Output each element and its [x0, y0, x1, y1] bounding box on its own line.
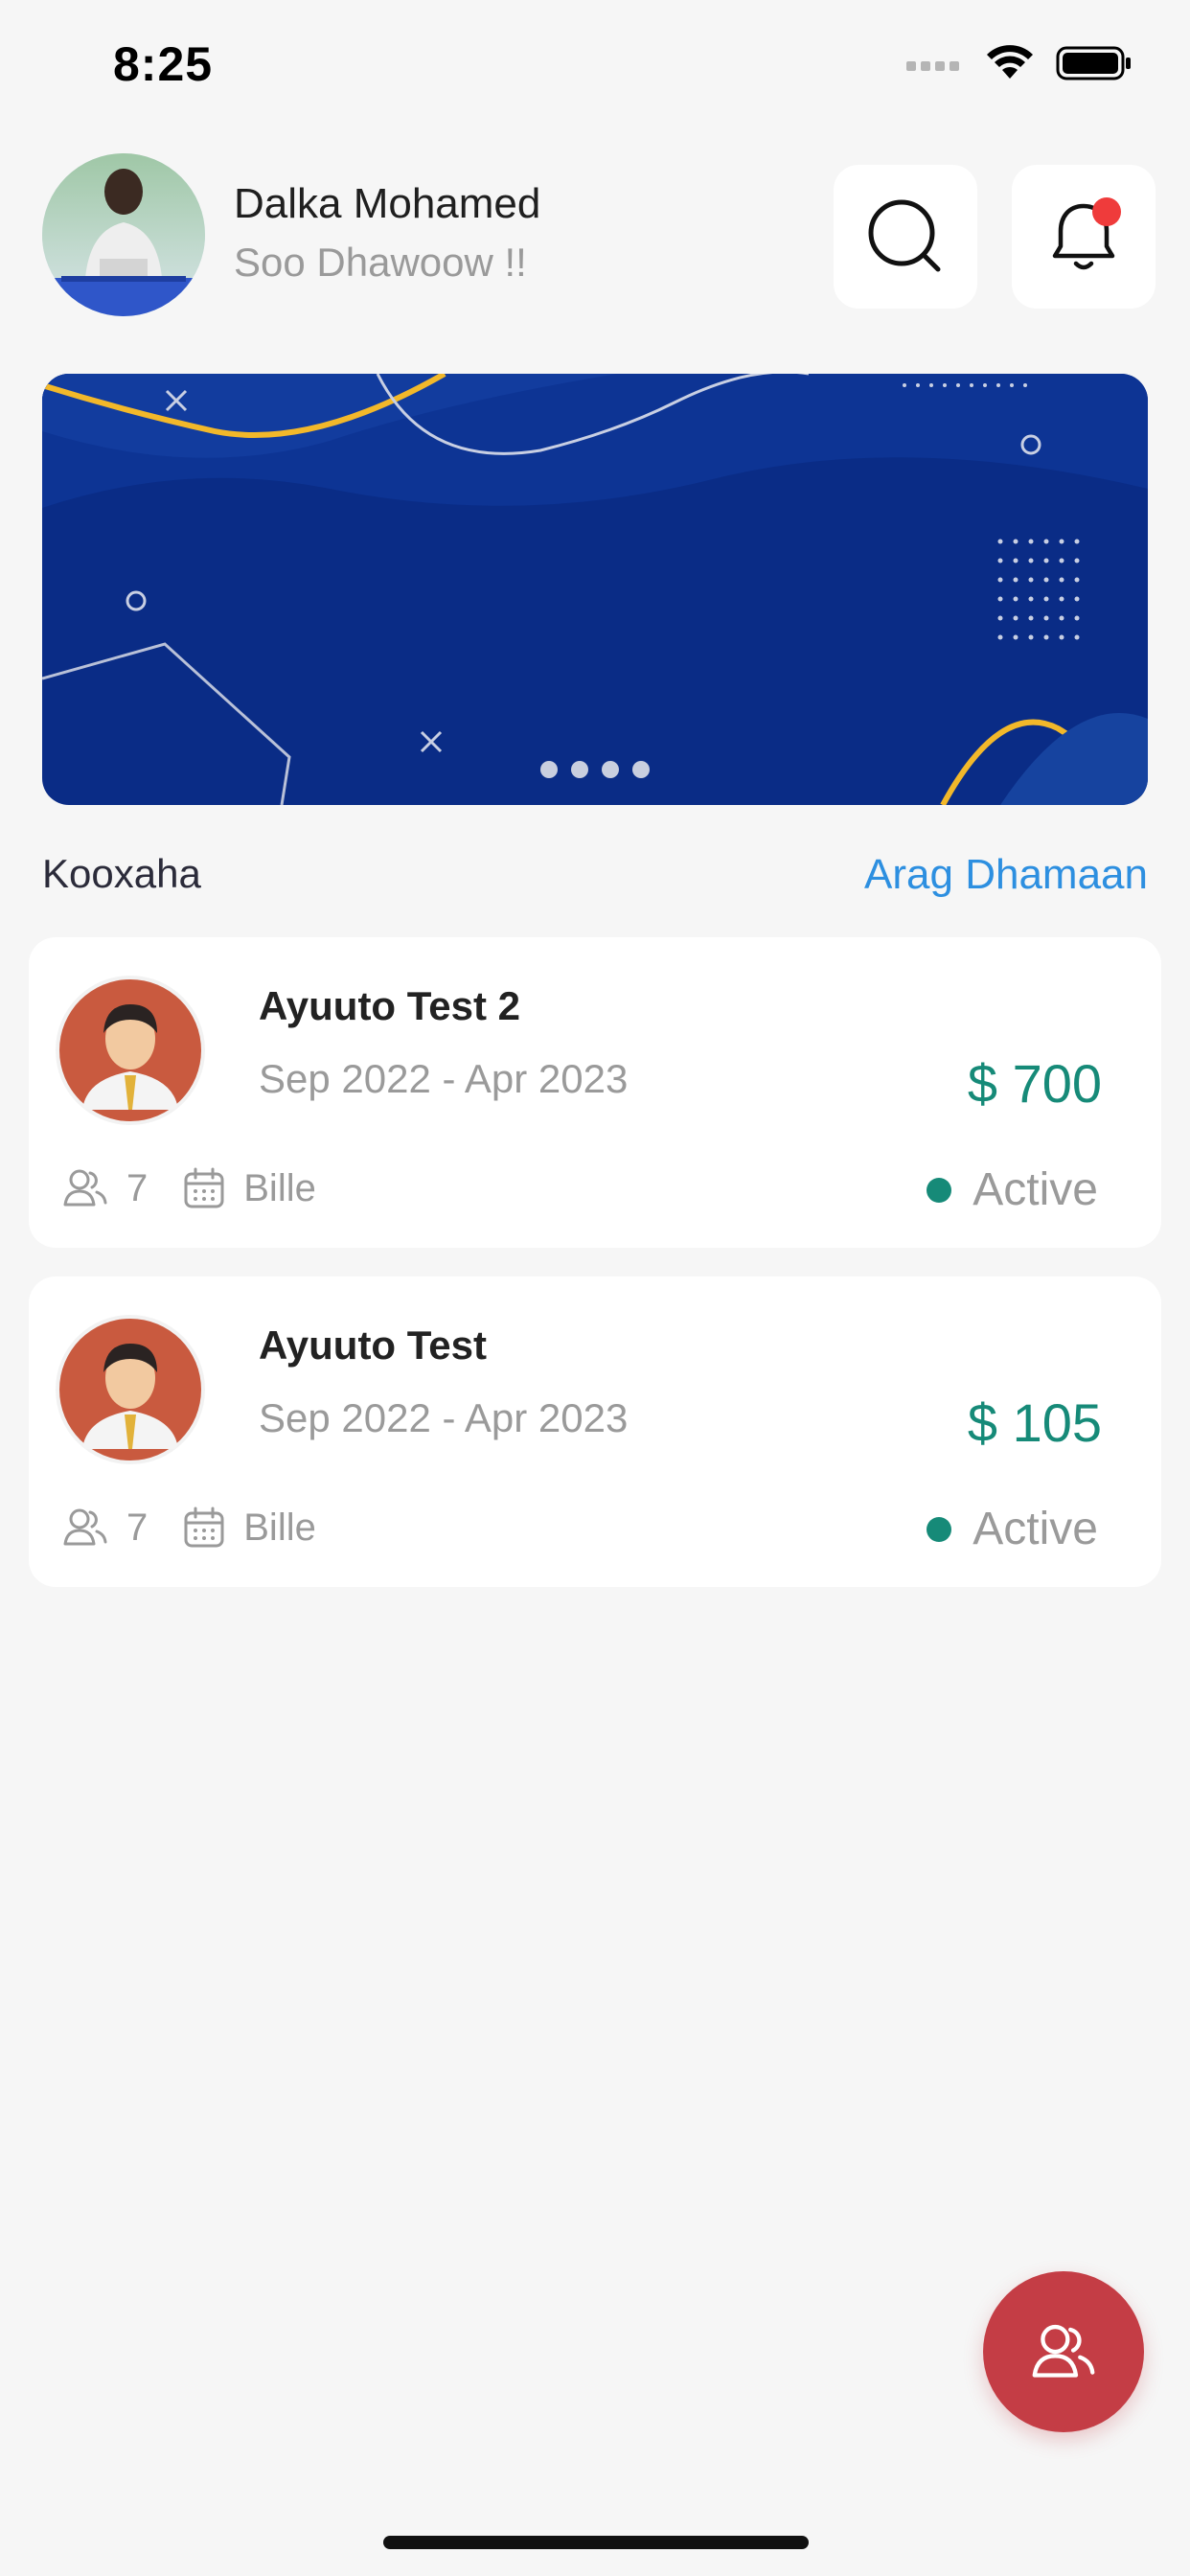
group-avatar	[56, 1315, 205, 1464]
group-status: Active	[927, 1163, 1098, 1216]
group-meta: 7 Bille	[61, 1160, 316, 1217]
status-time: 8:25	[113, 37, 214, 91]
user-name: Dalka Mohamed	[234, 180, 541, 227]
users-icon	[63, 1508, 107, 1546]
group-amount: $ 700	[967, 1053, 1102, 1114]
status-text: Active	[973, 1164, 1098, 1215]
greeting-text: Soo Dhawoow !!	[234, 240, 527, 285]
payment-frequency: Bille	[243, 1506, 316, 1549]
search-icon	[868, 199, 941, 272]
section-title: Kooxaha	[42, 851, 201, 896]
wifi-icon	[987, 45, 1033, 79]
user-avatar[interactable]	[42, 153, 205, 316]
pagination-dot[interactable]	[571, 761, 588, 778]
group-amount: $ 105	[967, 1392, 1102, 1453]
users-icon	[63, 1169, 107, 1207]
group-avatar	[56, 976, 205, 1125]
group-dates: Sep 2022 - Apr 2023	[259, 1395, 629, 1440]
pagination-dot[interactable]	[602, 761, 619, 778]
group-dates: Sep 2022 - Apr 2023	[259, 1056, 629, 1101]
banner-artwork	[42, 374, 1148, 805]
search-button[interactable]	[834, 165, 977, 309]
group-card[interactable]: Ayuuto Test 2 Sep 2022 - Apr 2023 $ 700 …	[29, 937, 1161, 1248]
signal-icon	[906, 61, 959, 71]
banner-pagination	[42, 761, 1148, 778]
status-dot	[927, 1516, 952, 1542]
member-count: 7	[126, 1166, 149, 1209]
status-bar: 8:25	[0, 0, 1190, 115]
calendar-icon	[184, 1506, 224, 1548]
status-text: Active	[973, 1504, 1098, 1554]
see-all-link[interactable]: Arag Dhamaan	[864, 851, 1148, 899]
home-indicator	[383, 2536, 809, 2549]
status-icons	[906, 44, 1133, 82]
pagination-dot[interactable]	[632, 761, 650, 778]
groups-section-header: Kooxaha Arag Dhamaan	[42, 847, 1148, 905]
calendar-icon	[184, 1167, 224, 1208]
group-card[interactable]: Ayuuto Test Sep 2022 - Apr 2023 $ 105 7 …	[29, 1276, 1161, 1587]
member-count: 7	[126, 1506, 149, 1549]
group-name: Ayuuto Test	[259, 1322, 487, 1368]
group-status: Active	[927, 1503, 1098, 1555]
home-header: Dalka Mohamed Soo Dhawoow !!	[42, 153, 1156, 316]
group-name: Ayuuto Test 2	[259, 983, 521, 1028]
users-icon	[1032, 2324, 1095, 2378]
members-fab-button[interactable]	[983, 2271, 1144, 2432]
battery-icon	[1056, 46, 1131, 80]
group-meta: 7 Bille	[61, 1499, 316, 1556]
payment-frequency: Bille	[243, 1166, 316, 1209]
promo-banner[interactable]	[42, 374, 1148, 805]
notification-badge	[1092, 197, 1121, 226]
status-dot	[927, 1177, 952, 1203]
pagination-dot[interactable]	[540, 761, 558, 778]
notifications-button[interactable]	[1012, 165, 1156, 309]
